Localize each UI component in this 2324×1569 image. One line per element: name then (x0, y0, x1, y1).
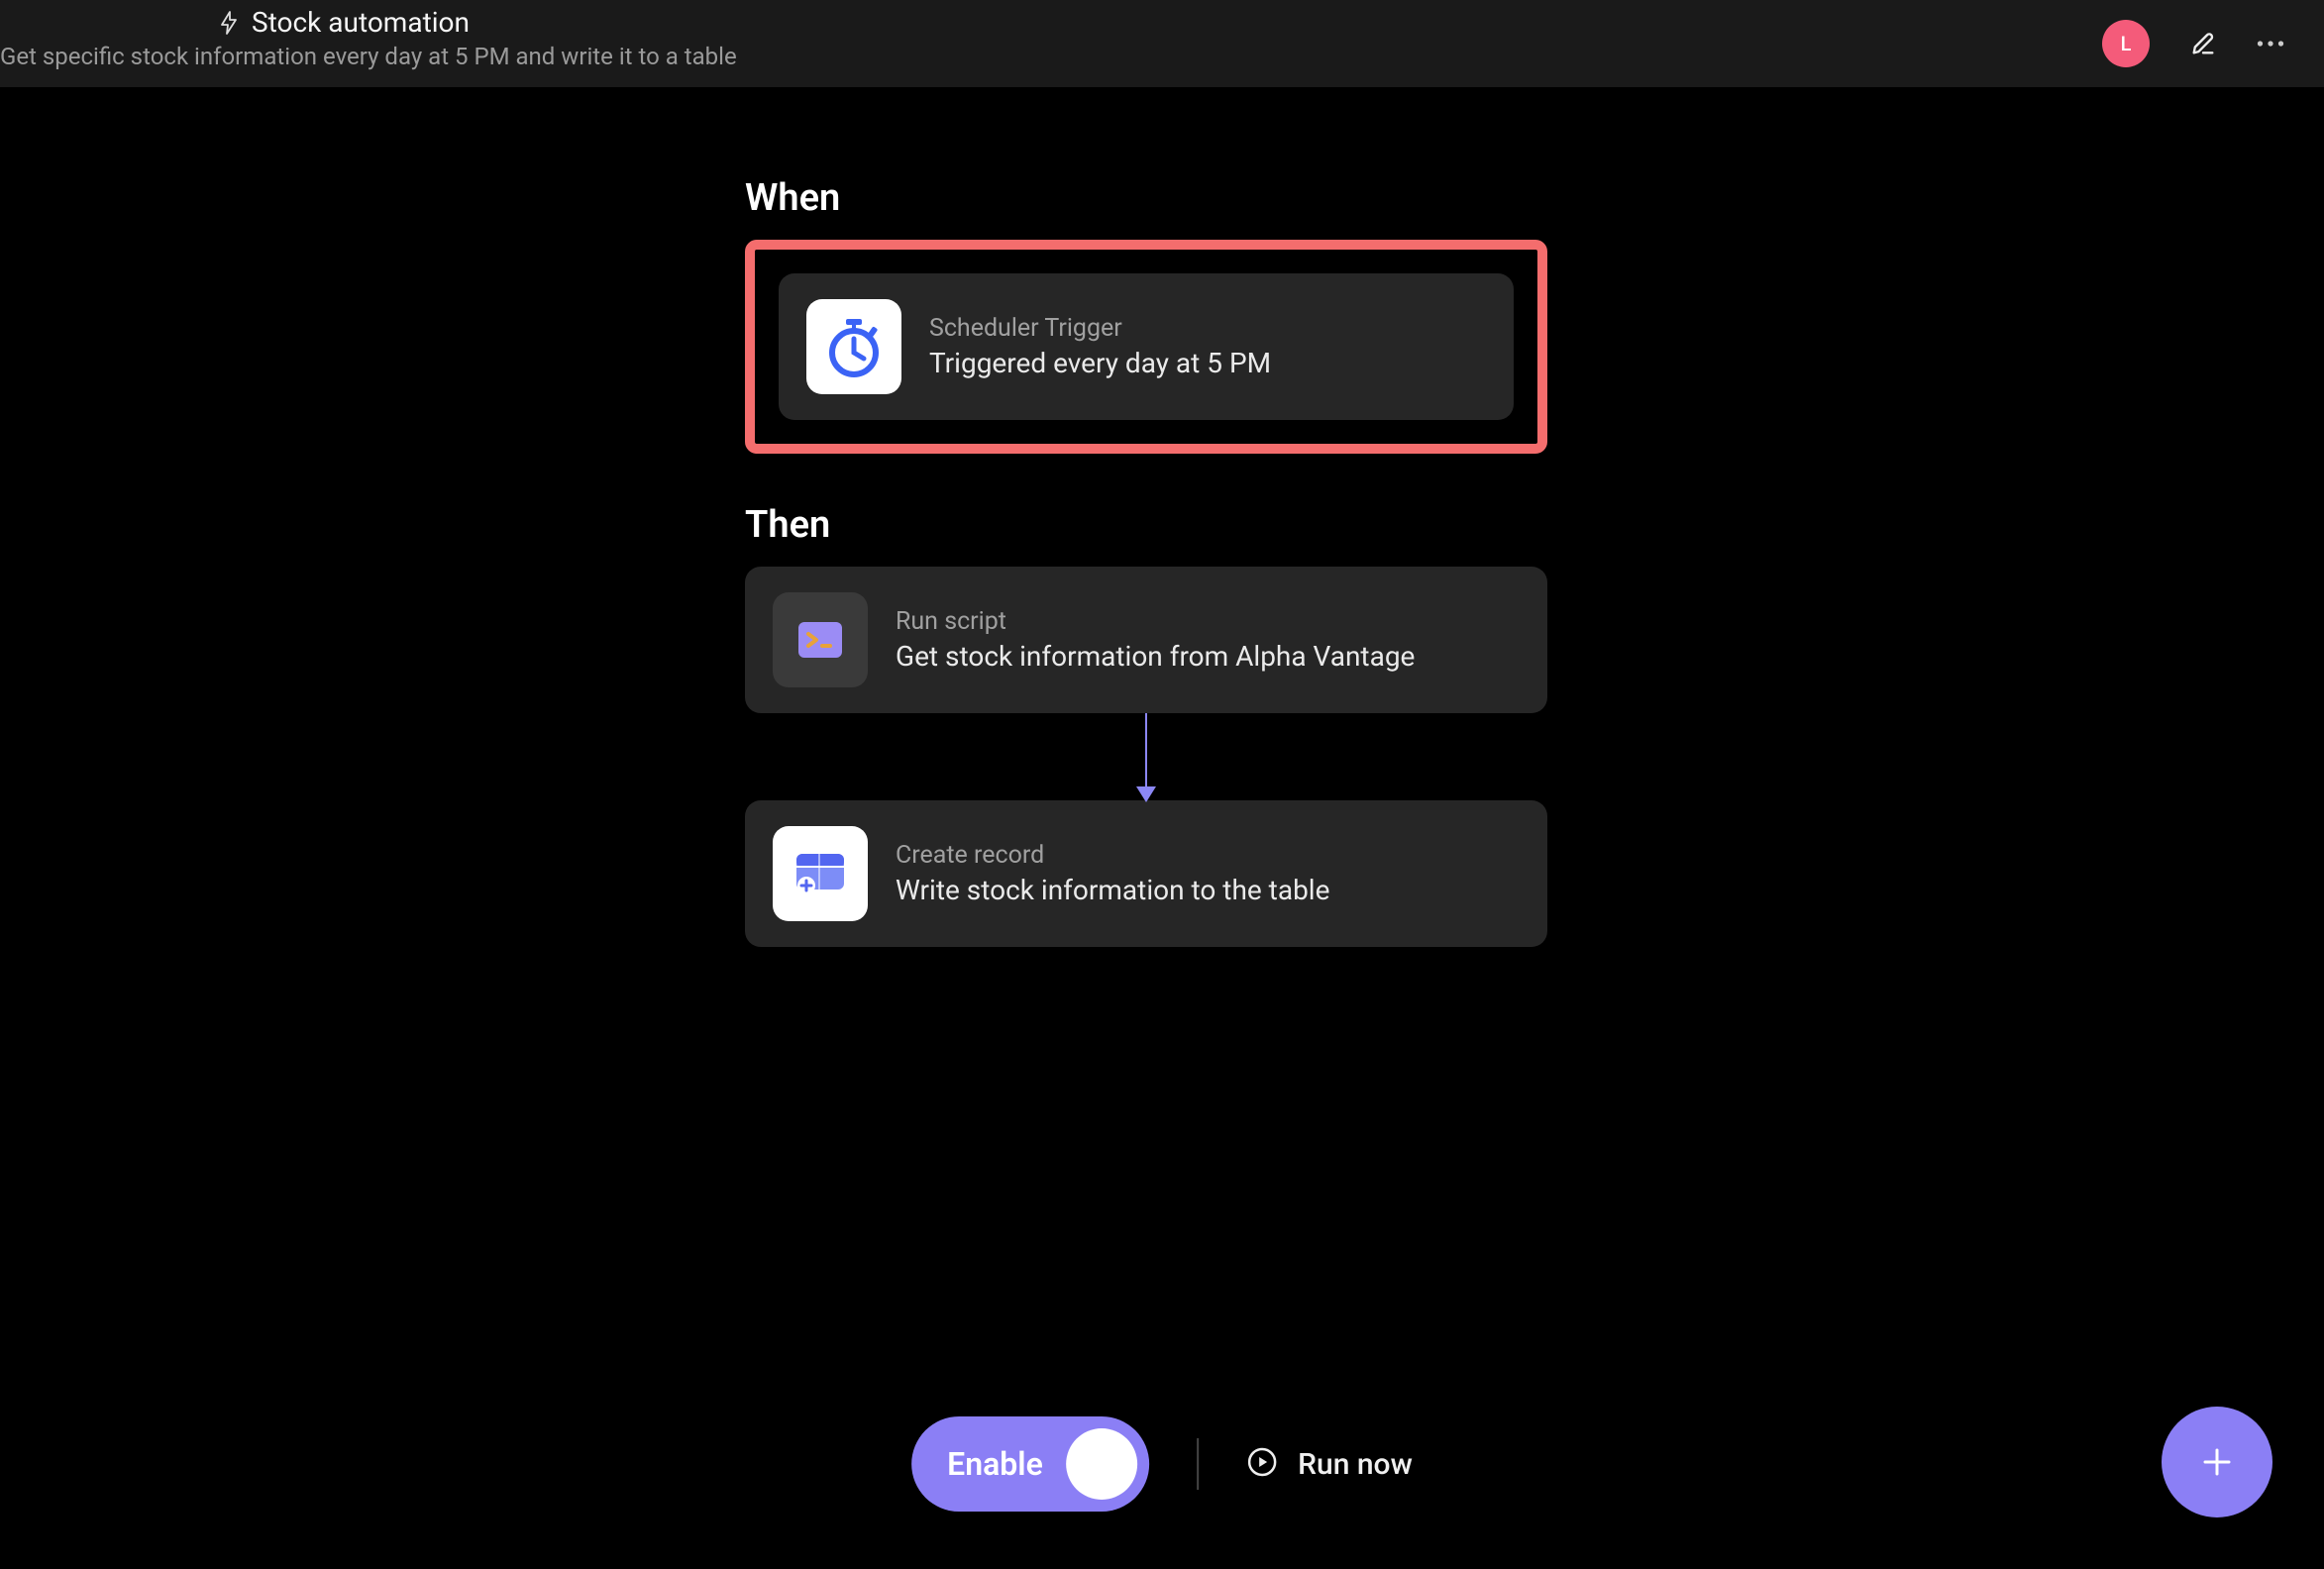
more-icon[interactable] (2257, 30, 2284, 57)
stopwatch-icon (806, 299, 901, 394)
enable-label: Enable (947, 1445, 1043, 1483)
when-label: When (745, 176, 1547, 220)
run-now-button[interactable]: Run now (1246, 1446, 1413, 1482)
trigger-card[interactable]: Scheduler Trigger Triggered every day at… (779, 273, 1514, 420)
flow-column: When Scheduler Trigger Triggered every d… (745, 176, 1547, 947)
page-subtitle: Get specific stock information every day… (0, 43, 737, 70)
table-add-icon (773, 826, 868, 921)
then-group: Run script Get stock information from Al… (745, 567, 1547, 947)
header-right: L (2102, 20, 2284, 67)
record-desc: Write stock information to the table (896, 874, 1329, 906)
header-bar: Stock automation Get specific stock info… (0, 0, 2324, 87)
arrow-head-icon (1136, 786, 1156, 802)
page-title: Stock automation (252, 6, 470, 39)
flow-arrow (1145, 713, 1147, 800)
record-title: Create record (896, 841, 1329, 870)
script-title: Run script (896, 607, 1415, 636)
record-text: Create record Write stock information to… (896, 841, 1329, 906)
record-card[interactable]: Create record Write stock information to… (745, 800, 1547, 947)
trigger-title: Scheduler Trigger (929, 314, 1271, 343)
trigger-desc: Triggered every day at 5 PM (929, 347, 1271, 379)
bottom-bar: Enable Run now (911, 1416, 1413, 1512)
script-desc: Get stock information from Alpha Vantage (896, 640, 1415, 673)
bolt-icon (218, 12, 240, 34)
automation-canvas: When Scheduler Trigger Triggered every d… (0, 87, 2324, 176)
then-label: Then (745, 503, 1547, 547)
trigger-highlight: Scheduler Trigger Triggered every day at… (745, 240, 1547, 454)
script-text: Run script Get stock information from Al… (896, 607, 1415, 673)
divider (1197, 1438, 1199, 1490)
edit-icon[interactable] (2189, 30, 2217, 57)
terminal-icon (773, 592, 868, 687)
play-circle-icon (1246, 1446, 1278, 1482)
enable-toggle[interactable]: Enable (911, 1416, 1149, 1512)
toggle-knob (1066, 1428, 1137, 1500)
add-step-fab[interactable] (2162, 1407, 2272, 1517)
run-now-label: Run now (1298, 1447, 1413, 1482)
script-card[interactable]: Run script Get stock information from Al… (745, 567, 1547, 713)
trigger-text: Scheduler Trigger Triggered every day at… (929, 314, 1271, 379)
header-left: Stock automation Get specific stock info… (0, 6, 737, 70)
avatar[interactable]: L (2102, 20, 2150, 67)
title-row: Stock automation (0, 6, 737, 39)
plus-icon (2197, 1442, 2237, 1482)
